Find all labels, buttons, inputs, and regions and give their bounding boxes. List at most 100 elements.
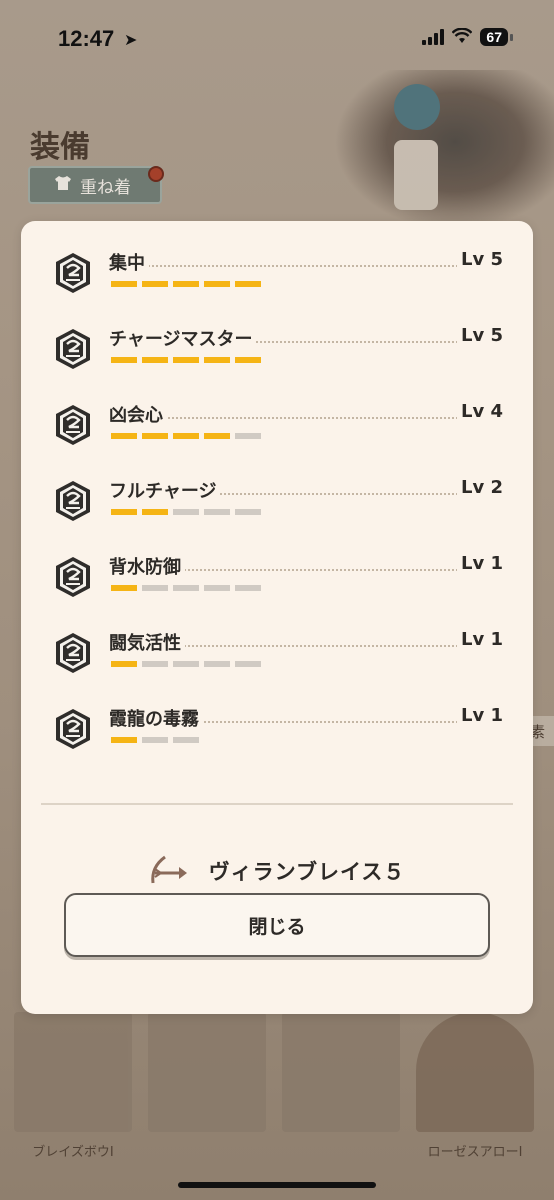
level-segment-filled <box>111 661 137 667</box>
close-button[interactable]: 閉じる <box>64 893 490 957</box>
skill-name: フルチャージ <box>109 477 221 503</box>
layer-armor-label: 重ね着 <box>80 177 131 198</box>
weapon-name: ヴィランブレイス５ <box>208 860 406 884</box>
skill-level: Lv 1 <box>457 553 503 574</box>
equipment-slot[interactable]: ローゼスアローI <box>416 1012 534 1160</box>
level-segment-filled <box>111 585 137 591</box>
skill-row: 集中 Lv 5 <box>21 243 533 319</box>
battery-indicator: 67 <box>480 28 513 46</box>
level-segment-filled <box>111 281 137 287</box>
skill-name: 凶会心 <box>109 401 167 427</box>
status-bar: 12:47 ➤ 67 <box>0 0 554 80</box>
skill-name: チャージマスター <box>109 325 257 351</box>
level-segment-filled <box>142 357 168 363</box>
equipment-slot-label: ローゼスアローI <box>427 1145 523 1160</box>
equipment-row: ブレイズボウI ローゼスアローI <box>14 1012 554 1162</box>
signal-icon <box>422 29 445 45</box>
character-hair <box>394 84 440 130</box>
level-segment-empty <box>173 737 199 743</box>
equipment-slot[interactable] <box>148 1012 266 1132</box>
skill-decoration-icon <box>53 327 93 371</box>
skill-list: 集中 Lv 5 チャージマスター Lv 5 凶会心 Lv 4 フルチャージ Lv 2 背… <box>21 243 533 775</box>
equipment-slot-label: ブレイズボウI <box>32 1145 114 1160</box>
skill-level-bar <box>111 585 261 591</box>
modal-divider <box>41 803 513 805</box>
skill-row: 闘気活性 Lv 1 <box>21 623 533 699</box>
level-segment-filled <box>111 357 137 363</box>
skill-name: 背水防御 <box>109 553 185 579</box>
layer-armor-button[interactable]: 重ね着 <box>28 166 164 204</box>
skill-decoration-icon <box>53 555 93 599</box>
equipment-slot[interactable]: ブレイズボウI <box>14 1012 132 1160</box>
level-segment-filled <box>142 509 168 515</box>
level-segment-empty <box>235 509 261 515</box>
skill-level: Lv 5 <box>457 325 503 346</box>
level-segment-empty <box>142 661 168 667</box>
level-segment-filled <box>235 281 261 287</box>
level-segment-filled <box>173 281 199 287</box>
skill-decoration-icon <box>53 479 93 523</box>
level-segment-empty <box>204 509 230 515</box>
level-segment-empty <box>173 585 199 591</box>
level-segment-filled <box>142 433 168 439</box>
location-arrow-icon: ➤ <box>124 32 138 49</box>
skill-decoration-icon <box>53 707 93 751</box>
level-segment-filled <box>204 357 230 363</box>
level-segment-empty <box>235 585 261 591</box>
level-segment-filled <box>173 357 199 363</box>
skill-name: 闘気活性 <box>109 629 185 655</box>
level-segment-empty <box>235 661 261 667</box>
level-segment-filled <box>111 433 137 439</box>
equipment-slot[interactable] <box>282 1012 400 1132</box>
shirt-icon <box>54 175 72 195</box>
status-right: 67 <box>422 27 513 46</box>
status-time: 12:47 <box>58 26 115 51</box>
level-segment-empty <box>173 661 199 667</box>
level-segment-empty <box>173 509 199 515</box>
skill-level-bar <box>111 281 261 287</box>
level-segment-filled <box>111 509 137 515</box>
wifi-icon <box>452 27 473 46</box>
level-segment-filled <box>173 433 199 439</box>
skill-level-bar <box>111 737 199 743</box>
page-title: 装備 <box>30 130 90 165</box>
skill-row: 凶会心 Lv 4 <box>21 395 533 471</box>
skill-level: Lv 1 <box>457 629 503 650</box>
level-segment-empty <box>235 433 261 439</box>
skill-level: Lv 5 <box>457 249 503 270</box>
skill-decoration-icon <box>53 631 93 675</box>
level-segment-empty <box>204 661 230 667</box>
dotted-leader <box>121 265 485 267</box>
level-segment-filled <box>204 281 230 287</box>
skill-level: Lv 1 <box>457 705 503 726</box>
skill-level-bar <box>111 509 261 515</box>
skill-level-bar <box>111 357 261 363</box>
dotted-leader <box>121 417 485 419</box>
weapon-row: ヴィランブレイス５ <box>21 851 533 891</box>
level-segment-filled <box>204 433 230 439</box>
skill-name: 集中 <box>109 249 149 275</box>
skill-decoration-icon <box>53 251 93 295</box>
skill-level: Lv 4 <box>457 401 503 422</box>
character-preview <box>334 70 554 230</box>
character-outfit <box>394 140 438 210</box>
skill-row: 背水防御 Lv 1 <box>21 547 533 623</box>
level-segment-filled <box>235 357 261 363</box>
level-segment-empty <box>142 585 168 591</box>
skill-detail-modal: 集中 Lv 5 チャージマスター Lv 5 凶会心 Lv 4 フルチャージ Lv 2 背… <box>21 221 533 1014</box>
notification-dot <box>148 166 164 182</box>
skill-row: 霞龍の毒霧 Lv 1 <box>21 699 533 775</box>
home-indicator <box>178 1182 376 1188</box>
skill-level-bar <box>111 661 261 667</box>
bow-arrow-icon <box>149 853 189 889</box>
skill-level: Lv 2 <box>457 477 503 498</box>
level-segment-filled <box>142 281 168 287</box>
skill-row: フルチャージ Lv 2 <box>21 471 533 547</box>
skill-level-bar <box>111 433 261 439</box>
skill-row: チャージマスター Lv 5 <box>21 319 533 395</box>
skill-decoration-icon <box>53 403 93 447</box>
level-segment-filled <box>111 737 137 743</box>
level-segment-empty <box>142 737 168 743</box>
skill-name: 霞龍の毒霧 <box>109 705 203 731</box>
level-segment-empty <box>204 585 230 591</box>
